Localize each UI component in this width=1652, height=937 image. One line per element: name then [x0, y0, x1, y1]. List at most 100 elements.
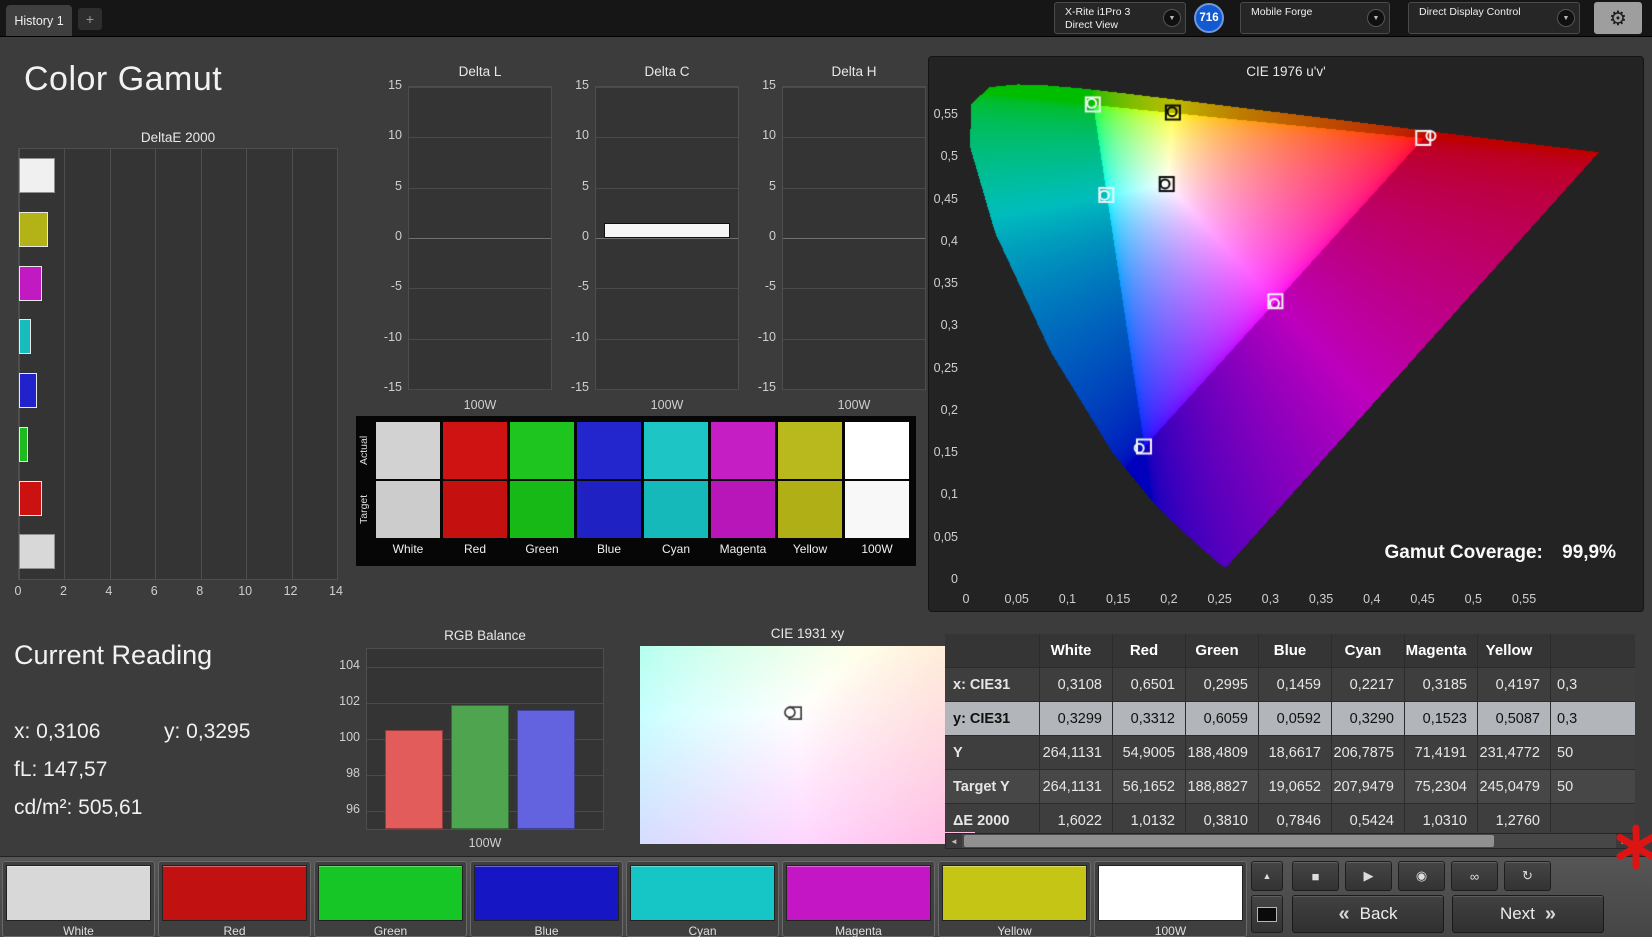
cell: 188,4809: [1186, 736, 1259, 770]
pattern-swatch-label: 100W: [1154, 924, 1187, 937]
swatch-grid-column-label: Green: [525, 542, 559, 556]
deltae-bar-magenta: [19, 265, 43, 301]
play-button[interactable]: ▶: [1345, 861, 1392, 891]
cell: 0,3: [1551, 668, 1635, 702]
table-row[interactable]: Target Y 264,1131 56,1652 188,8827 19,0652 20…: [945, 770, 1635, 804]
gridline: [596, 238, 738, 239]
back-button[interactable]: « Back: [1292, 895, 1444, 933]
table-row[interactable]: Y 264,1131 54,9005 188,4809 18,6617 206,7875 7…: [945, 736, 1635, 770]
cell: 0,7846: [1259, 804, 1332, 832]
cie1976-xtick-label: 0,25: [1207, 592, 1232, 606]
pattern-swatch-color: [318, 865, 463, 921]
gridline: [409, 238, 551, 239]
rgb-balance-title: RGB Balance: [444, 628, 526, 643]
refresh-button[interactable]: ↻: [1504, 861, 1551, 891]
cell: 0,3290: [1332, 702, 1405, 736]
cie1976-xtick-label: 0,15: [1106, 592, 1131, 606]
pattern-blue-button[interactable]: Blue: [470, 861, 623, 937]
cell: 0,3312: [1113, 702, 1186, 736]
gridline: [246, 149, 248, 579]
settings-button[interactable]: ⚙: [1594, 2, 1642, 34]
cell: 0,1523: [1405, 702, 1478, 736]
gridline: [783, 389, 925, 390]
table-row[interactable]: ΔE 2000 1,6022 1,0132 0,3810 0,7846 0,5424 1,0…: [945, 804, 1635, 832]
swatch-grid-column-label: Magenta: [719, 542, 767, 556]
source-dropdown[interactable]: Mobile Forge ▼: [1240, 2, 1390, 34]
calman-color-gamut-screen: History 1 + X-Rite i1Pro 3 Direct View ▼…: [0, 0, 1652, 937]
table-row[interactable]: y: CIE31 0,3299 0,3312 0,6059 0,0592 0,3290 0,…: [945, 702, 1635, 736]
cie1976-ytick-label: 0,2: [940, 402, 958, 417]
refresh-icon: ↻: [1522, 868, 1533, 883]
rgb-balance-plot: [366, 648, 604, 830]
back-label: Back: [1359, 904, 1398, 923]
cell: 1,6022: [1040, 804, 1113, 832]
target-swatch-100w: [845, 481, 909, 538]
pattern-window-button[interactable]: [1251, 895, 1283, 933]
cie1976-ytick-label: 0: [951, 571, 958, 586]
read-single-button[interactable]: ◉: [1398, 861, 1445, 891]
pattern-100w-button[interactable]: 100W: [1094, 861, 1247, 937]
next-button[interactable]: Next »: [1452, 895, 1604, 933]
cie1976-xtick-label: 0,3: [1261, 592, 1280, 606]
row-label: ΔE 2000: [945, 804, 1040, 832]
delta-c-xlabel: 100W: [650, 398, 684, 412]
pattern-green-button[interactable]: Green: [314, 861, 467, 937]
deltae-bar-yellow: [19, 211, 48, 247]
cie1976-ytick-label: 0,25: [933, 360, 958, 375]
rgb-bar-green: [451, 704, 509, 829]
gridline: [367, 667, 603, 668]
pattern-window-icon: [1257, 906, 1277, 922]
page-title: Color Gamut: [24, 60, 223, 98]
cell: Red: [1113, 634, 1186, 668]
pattern-swatch-label: Red: [223, 924, 246, 937]
tab-history-1[interactable]: History 1: [6, 5, 72, 36]
deltae2000-tick-label: 10: [238, 584, 253, 598]
bottom-bar: ▲ « Back Next » White Red Green Blue Cyan Mag…: [0, 856, 1652, 937]
display-control-dropdown[interactable]: Direct Display Control ▼: [1408, 2, 1580, 34]
cell: 245,0479: [1478, 770, 1551, 804]
table-row[interactable]: x: CIE31 0,3108 0,6501 0,2995 0,1459 0,2217 0,…: [945, 668, 1635, 702]
scrollbar-thumb[interactable]: [964, 835, 1494, 847]
delta-l-tick-label: 15: [388, 78, 402, 92]
pattern-red-button[interactable]: Red: [158, 861, 311, 937]
delta-h-tick-label: -5: [764, 279, 776, 294]
gridline: [409, 288, 551, 290]
pattern-swatch-label: Blue: [534, 924, 559, 937]
cie1976-xtick-label: 0: [962, 592, 970, 606]
meter-dropdown[interactable]: X-Rite i1Pro 3 Direct View ▼: [1054, 2, 1186, 34]
pattern-magenta-button[interactable]: Magenta: [782, 861, 935, 937]
deltae2000-tick-label: 6: [150, 584, 158, 598]
actual-swatch-blue: [577, 422, 641, 479]
table-horizontal-scrollbar[interactable]: ◄►: [945, 833, 1633, 849]
delta-l-tick-label: -15: [383, 380, 402, 394]
gamut-coverage-value: 99,9%: [1562, 542, 1616, 563]
cie1976-xtick-label: 0,4: [1363, 592, 1381, 606]
stop-button[interactable]: ■: [1292, 861, 1339, 891]
scrollbar-left-arrow[interactable]: ◄: [946, 834, 962, 848]
pattern-swatch-color: [1098, 865, 1243, 921]
cell: 188,8827: [1186, 770, 1259, 804]
meter-line1: X-Rite i1Pro 3: [1065, 6, 1131, 18]
meter-count-value: 716: [1199, 12, 1219, 24]
new-tab-button[interactable]: +: [78, 8, 102, 30]
reading-fl: fL: 147,57: [14, 758, 108, 781]
rgb-tick-label: 100: [339, 730, 360, 744]
pattern-yellow-button[interactable]: Yellow: [938, 861, 1091, 937]
delta-l-title: Delta L: [458, 64, 502, 79]
cell: White: [1040, 634, 1113, 668]
pattern-white-button[interactable]: White: [2, 861, 155, 937]
delta-c-tick-label: -15: [570, 380, 589, 394]
cie1931-diagram: [640, 646, 975, 844]
link-button[interactable]: ∞: [1451, 861, 1498, 891]
meter-count-badge[interactable]: 716: [1194, 3, 1224, 33]
deltae2000-tick-label: 14: [329, 584, 343, 598]
target-swatch-magenta: [711, 481, 775, 538]
cell: Green: [1186, 634, 1259, 668]
row-label: [945, 634, 1040, 668]
delta-c-tick-label: 5: [582, 178, 589, 193]
expand-button[interactable]: ▲: [1251, 861, 1283, 891]
pattern-cyan-button[interactable]: Cyan: [626, 861, 779, 937]
pattern-swatch-label: Yellow: [997, 924, 1032, 937]
cell: 50: [1551, 770, 1635, 804]
gridline: [783, 87, 925, 88]
